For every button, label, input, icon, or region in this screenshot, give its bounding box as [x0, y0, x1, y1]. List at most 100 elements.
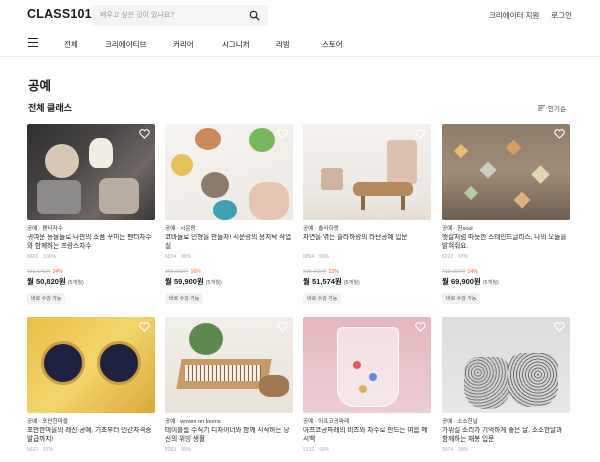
login-link[interactable]: 로그인	[551, 10, 572, 21]
monthly-price: 월 59,900원	[165, 277, 204, 286]
creator-name[interactable]: 공예 · 펜타자수	[27, 224, 155, 232]
heart-icon[interactable]	[554, 129, 565, 139]
class-card[interactable]: 공예 · woven on looms 테이블룸 수직기 디자이너와 함께 시작…	[165, 317, 293, 453]
satisfaction: 99%	[181, 447, 192, 453]
monthly-price: 월 50,820원	[27, 277, 66, 286]
class-title[interactable]: 귀여운 동물들로 나만의 소품 꾸미는 펜터자수와 함께하는 프랑스자수	[27, 234, 155, 251]
class-stats: 6934 99%	[165, 254, 293, 260]
class-thumbnail[interactable]	[27, 124, 155, 220]
sort-icon	[538, 105, 545, 111]
top-bar: CLASS101 크리에이터 지원 로그인	[0, 0, 600, 32]
class-card[interactable]: 공예 · 아프코공파레 아프코공파레의 비즈와 자수로 만드는 여름 메시백 5…	[303, 317, 431, 453]
creator-name[interactable]: 공예 · woven on looms	[165, 417, 293, 425]
nav-item-creative[interactable]: 크리에이티브	[105, 39, 146, 50]
heart-icon[interactable]	[277, 129, 288, 139]
monthly-price: 월 69,900원	[442, 277, 481, 286]
discount-rate: 16%	[190, 269, 201, 275]
status-badge: 바로 수강 가능	[442, 293, 481, 304]
discount-rate: 14%	[467, 269, 478, 275]
satisfaction: 100%	[43, 254, 56, 260]
class-stats: 5622 97%	[27, 447, 155, 453]
satisfaction: 99%	[319, 447, 330, 453]
creator-name[interactable]: 공예 · 포만한마을	[27, 417, 155, 425]
section-title: 전체 클래스	[28, 103, 72, 113]
installment-months: (5개월)	[205, 280, 222, 286]
original-price: 410,200원	[442, 269, 466, 275]
heart-icon[interactable]	[415, 129, 426, 139]
class-stats: 6603 100%	[27, 254, 155, 260]
status-badge: 바로 수강 가능	[27, 293, 66, 304]
likes-count: 5074	[442, 447, 454, 453]
creator-name[interactable]: 공예 · 소소한날	[442, 417, 570, 425]
creator-support-link[interactable]: 크리에이터 지원	[489, 10, 539, 21]
nav-item-all[interactable]: 전체	[64, 39, 78, 50]
likes-count: 5622	[27, 447, 39, 453]
class-card[interactable]: 공예 · 펜타자수 귀여운 동물들로 나만의 소품 꾸미는 펜터자수와 함께하는…	[27, 124, 155, 305]
creator-name[interactable]: 공예 · 창soul	[442, 224, 570, 232]
class-title[interactable]: 가위질 소리가 기억하게 좋은 날, 소소한날과 함께하는 재봉 입문	[442, 427, 570, 444]
satisfaction: 99%	[458, 447, 469, 453]
price-row: 월 69,900원 (5개월)	[442, 276, 570, 287]
sort-label: 인기순	[548, 106, 566, 113]
class-card[interactable]: 공예 · 창soul 햇살처럼 따듯한 스테인드글라스, 나의 오늘을 밝혀줘요…	[442, 124, 570, 305]
class-stats: 6854 99%	[303, 254, 431, 260]
class-stats: 5132 99%	[303, 447, 431, 453]
class-card[interactable]: 공예 · 시운랑 코바늘로 인형을 만들자! 시운랑의 용지탁 작업실 6934…	[165, 124, 293, 305]
class-thumbnail[interactable]	[165, 124, 293, 220]
category-nav: 전체 크리에이티브 커리어 시그니처 리빙 스토어	[0, 33, 600, 55]
original-price: 165,645원	[27, 269, 51, 275]
class-title[interactable]: 아프코공파레의 비즈와 자수로 만드는 여름 메시백	[303, 427, 431, 444]
heart-icon[interactable]	[139, 129, 150, 139]
class-title[interactable]: 코바늘로 인형을 만들자! 시운랑의 용지탁 작업실	[165, 234, 293, 251]
creator-name[interactable]: 공예 · 시운랑	[165, 224, 293, 232]
search-input[interactable]	[100, 8, 245, 23]
price-row: 월 50,820원 (5개월)	[27, 276, 155, 287]
heart-icon[interactable]	[415, 322, 426, 332]
creator-name[interactable]: 공예 · 아프코공파레	[303, 417, 431, 425]
monthly-price: 월 51,574원	[303, 277, 342, 286]
installment-months: (5개월)	[482, 280, 499, 286]
nav-item-store[interactable]: 스토어	[322, 39, 343, 50]
likes-count: 6603	[27, 254, 39, 260]
class-thumbnail[interactable]	[165, 317, 293, 413]
nav-item-career[interactable]: 커리어	[173, 39, 194, 50]
installment-months: (5개월)	[67, 280, 84, 286]
nav-item-living[interactable]: 리빙	[276, 39, 290, 50]
nav-item-signature[interactable]: 시그니처	[222, 39, 250, 50]
class-title[interactable]: 자연을 엮는 솔라하랑의 라탄공예 입문	[303, 234, 431, 251]
heart-icon[interactable]	[554, 322, 565, 332]
menu-icon[interactable]	[28, 38, 38, 47]
search-box[interactable]	[92, 5, 268, 26]
heart-icon[interactable]	[139, 322, 150, 332]
class-thumbnail[interactable]	[442, 124, 570, 220]
class-title[interactable]: 햇살처럼 따듯한 스테인드글라스, 나의 오늘을 밝혀줘요.	[442, 234, 570, 251]
class-title[interactable]: 포만한마을의 레진 공예, 기초부터 인간자격증 발급까지!	[27, 427, 155, 444]
satisfaction: 97%	[43, 447, 54, 453]
class-stats: 5293 99%	[165, 447, 293, 453]
class-card[interactable]: 공예 · 솔라하랑 자연을 엮는 솔라하랑의 라탄공예 입문 6854 99% 3…	[303, 124, 431, 305]
likes-count: 5132	[303, 447, 315, 453]
logo[interactable]: CLASS101	[27, 7, 92, 21]
satisfaction: 99%	[319, 254, 330, 260]
sort-dropdown[interactable]: 인기순	[538, 103, 566, 113]
class-thumbnail[interactable]	[27, 317, 155, 413]
class-thumbnail[interactable]	[442, 317, 570, 413]
class-thumbnail[interactable]	[303, 317, 431, 413]
page-title: 공예	[28, 79, 52, 93]
likes-count: 5293	[165, 447, 177, 453]
status-badge: 바로 수강 가능	[165, 293, 204, 304]
class-thumbnail[interactable]	[303, 124, 431, 220]
likes-count: 6222	[442, 254, 454, 260]
class-card[interactable]: 공예 · 포만한마을 포만한마을의 레진 공예, 기초부터 인간자격증 발급까지…	[27, 317, 155, 453]
creator-name[interactable]: 공예 · 솔라하랑	[303, 224, 431, 232]
class-title[interactable]: 테이블룸 수직기 디자이너와 함께 시작하는 당신의 위빙 생활	[165, 427, 293, 444]
original-price-row: 165,645원 34%	[27, 268, 155, 275]
original-price: 355,500원	[165, 269, 189, 275]
status-badge: 바로 수강 가능	[303, 293, 342, 304]
discount-rate: 23%	[328, 269, 339, 275]
search-icon[interactable]	[249, 10, 260, 21]
heart-icon[interactable]	[277, 322, 288, 332]
class-stats: 6222 97%	[442, 254, 570, 260]
top-links: 크리에이터 지원 로그인	[489, 10, 572, 21]
class-card[interactable]: 공예 · 소소한날 가위질 소리가 기억하게 좋은 날, 소소한날과 함께하는 …	[442, 317, 570, 453]
